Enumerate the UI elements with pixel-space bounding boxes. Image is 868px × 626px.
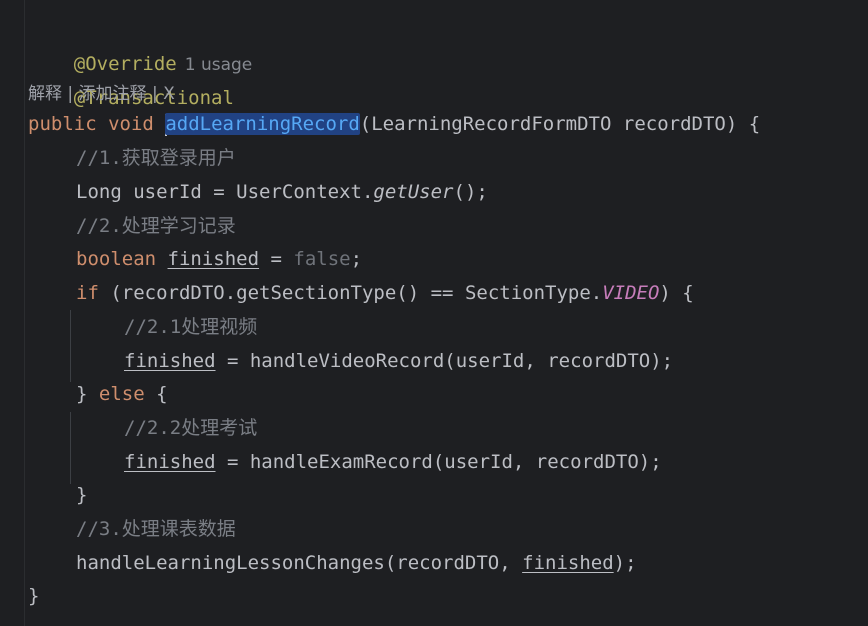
codelens-separator: |: [146, 84, 164, 104]
code-text: }: [76, 383, 99, 405]
keyword-if: if: [76, 282, 99, 304]
code-text: ) {: [659, 282, 694, 304]
code-line-userid: Long userId = UserContext.getUser();: [76, 177, 488, 207]
keyword-void: void: [108, 113, 154, 135]
code-line-if: if (recordDTO.getSectionType() == Sectio…: [76, 278, 694, 308]
comment-line: //3.处理课表数据: [76, 514, 236, 544]
code-text: Long userId = UserContext.: [76, 181, 374, 203]
comment-line: //2.1处理视频: [124, 312, 257, 342]
comment-line: //2.处理学习记录: [76, 211, 236, 241]
codelens-close[interactable]: X: [163, 84, 175, 104]
variable-finished: finished: [167, 248, 260, 270]
keyword-boolean: boolean: [76, 248, 157, 270]
variable-finished: finished: [124, 350, 216, 372]
code-text: }: [76, 484, 88, 506]
codelens-separator: |: [62, 84, 79, 104]
codelens-bar: 解释 | 添加注释 | X: [28, 79, 175, 109]
codelens-add-comment[interactable]: 添加注释: [79, 84, 147, 104]
static-method-call: getUser: [373, 181, 454, 203]
code-line-else: } else {: [76, 379, 168, 409]
variable-finished: finished: [522, 552, 614, 574]
comment-text: //3.处理课表数据: [76, 518, 236, 540]
enum-constant: VIDEO: [602, 282, 660, 304]
code-line-lesson-changes: handleLearningLessonChanges(recordDTO, f…: [76, 548, 637, 578]
codelens-explain[interactable]: 解释: [28, 84, 62, 104]
code-text: =: [259, 248, 294, 270]
comment-text: //2.1处理视频: [124, 316, 258, 338]
code-line-boolean: boolean finished = false;: [76, 244, 362, 274]
code-text: );: [613, 552, 637, 574]
keyword-public: public: [28, 113, 97, 135]
comment-line: //1.获取登录用户: [76, 143, 236, 173]
comment-text: //2.处理学习记录: [76, 215, 236, 237]
comment-text: //2.2处理考试: [124, 417, 258, 439]
code-text: = handleVideoRecord(userId, recordDTO);: [215, 350, 674, 372]
code-text: handleLearningLessonChanges(recordDTO,: [76, 552, 523, 574]
keyword-else: else: [98, 383, 145, 405]
literal-false: false: [293, 248, 351, 270]
code-line-signature: public void addLearningRecord(LearningRe…: [28, 109, 760, 139]
code-text: {: [144, 383, 168, 405]
signature-params: (LearningRecordFormDTO recordDTO) {: [359, 113, 761, 135]
code-line-close-method: }: [28, 581, 39, 611]
variable-finished: finished: [124, 451, 216, 473]
comment-text: //1.获取登录用户: [76, 147, 236, 169]
code-line-close-if: }: [76, 480, 87, 510]
indent-guide: [70, 412, 71, 484]
code-text: = handleExamRecord(userId, recordDTO);: [215, 451, 662, 473]
annotation-line-override: @Override 1 usage: [28, 19, 252, 75]
editor-gutter-border: [24, 0, 25, 626]
code-text: }: [28, 585, 40, 607]
code-text: ;: [350, 248, 363, 270]
code-line-video: finished = handleVideoRecord(userId, rec…: [124, 346, 673, 376]
code-line-exam: finished = handleExamRecord(userId, reco…: [124, 447, 662, 477]
code-text: ();: [453, 181, 488, 203]
method-name-selected[interactable]: addLearningRecord: [165, 113, 360, 135]
indent-guide: [70, 310, 71, 382]
code-text: (recordDTO.getSectionType() == SectionTy…: [98, 282, 603, 304]
comment-line: //2.2处理考试: [124, 413, 257, 443]
